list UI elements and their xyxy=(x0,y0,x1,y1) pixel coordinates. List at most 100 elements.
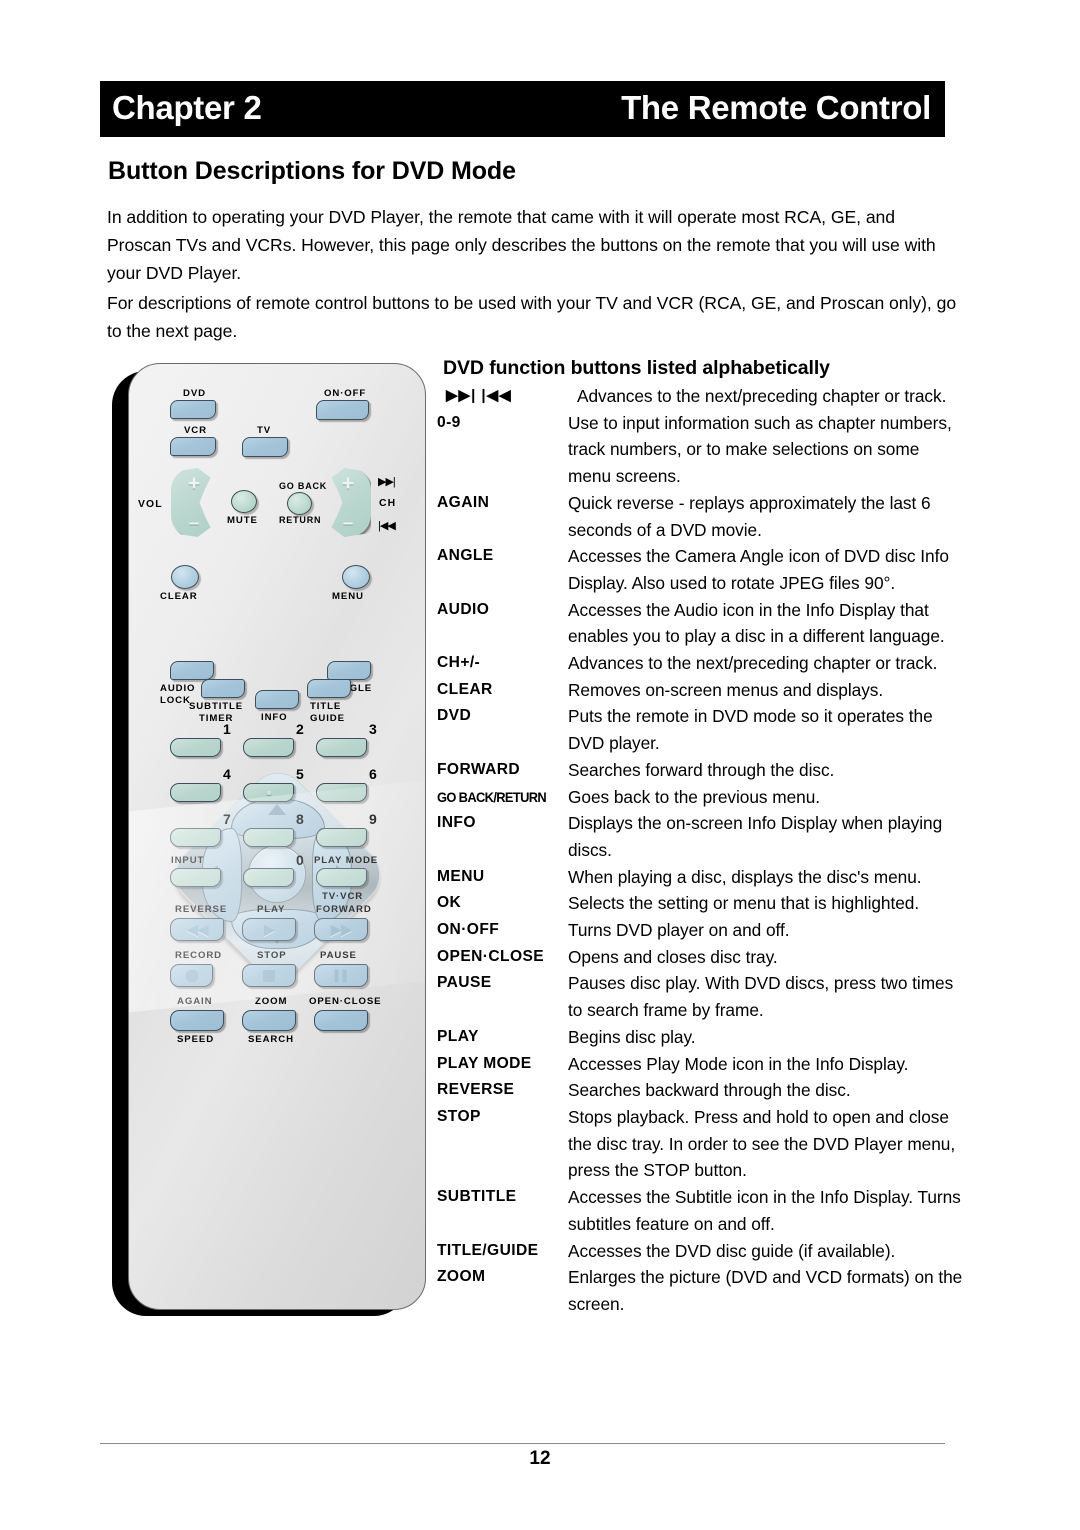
remote-button-subtitle-timer[interactable] xyxy=(201,679,245,698)
definition-term: GO BACK/RETURN xyxy=(437,788,547,805)
remote-label-record: RECORD xyxy=(175,950,222,961)
remote-label-guide: GUIDE xyxy=(310,713,345,724)
remote-button-0[interactable] xyxy=(243,868,294,887)
remote-button-forward[interactable]: ▶▶ xyxy=(314,918,368,941)
channel-plus-label: + xyxy=(341,472,355,495)
definition-row: PLAY MODE Accesses Play Mode icon in the … xyxy=(437,1051,967,1078)
definition-term: PLAY MODE xyxy=(437,1054,532,1072)
remote-button-pause[interactable] xyxy=(314,964,368,987)
remote-label-play: PLAY xyxy=(257,904,286,915)
remote-button-angle[interactable] xyxy=(327,661,371,680)
remote-label-number-0: 0 xyxy=(296,852,304,868)
definition-row: AUDIO Accesses the Audio icon in the Info… xyxy=(437,597,967,650)
definition-description: Selects the setting or menu that is high… xyxy=(568,893,920,914)
play-icon: ▶ xyxy=(263,921,276,938)
remote-button-again-speed[interactable] xyxy=(170,1010,224,1031)
remote-label-input: INPUT xyxy=(171,855,205,866)
remote-button-8[interactable] xyxy=(243,828,294,847)
remote-label-tv-vcr: TV·VCR xyxy=(322,891,364,902)
remote-button-9[interactable] xyxy=(316,828,367,847)
remote-label-forward: FORWARD xyxy=(316,904,372,915)
stop-icon xyxy=(263,969,275,982)
definition-term: ZOOM xyxy=(437,1268,486,1286)
remote-button-play-mode-tv-vcr[interactable] xyxy=(316,868,367,887)
remote-label-subtitle: SUBTITLE xyxy=(189,701,244,712)
remote-rocker-volume[interactable]: + – xyxy=(171,468,211,537)
definition-term: ▶▶| |◀◀ xyxy=(446,387,512,404)
remote-button-7[interactable] xyxy=(170,828,221,847)
remote-button-dvd[interactable] xyxy=(170,400,216,419)
definition-row: OK Selects the setting or menu that is hi… xyxy=(437,890,967,917)
remote-button-on-off[interactable] xyxy=(316,400,369,420)
remote-label-number-1: 1 xyxy=(223,721,231,737)
definition-description: Goes back to the previous menu. xyxy=(568,786,821,807)
remote-button-5[interactable] xyxy=(243,783,294,802)
definitions-list: ▶▶| |◀◀ Advances to the next/preceding ch… xyxy=(437,383,967,1318)
definitions-heading: DVD function buttons listed alphabetical… xyxy=(443,357,830,379)
remote-button-zoom-search[interactable] xyxy=(242,1010,296,1031)
definition-description: Advances to the next/preceding chapter o… xyxy=(568,653,938,674)
definition-row: INFO Displays the on-screen Info Display … xyxy=(437,810,967,863)
definition-term: FORWARD xyxy=(437,760,521,778)
remote-button-tv[interactable] xyxy=(242,437,288,457)
definition-description: Accesses the DVD disc guide (if availabl… xyxy=(568,1240,896,1261)
definition-row: PLAY Begins disc play. xyxy=(437,1024,967,1051)
remote-rocker-channel[interactable]: + – xyxy=(331,468,371,537)
remote-button-mute[interactable] xyxy=(231,490,257,513)
remote-button-go-back-return[interactable] xyxy=(287,492,312,515)
remote-button-stop[interactable] xyxy=(242,964,296,987)
definition-term: 0-9 xyxy=(437,413,461,431)
remote-label-title: TITLE xyxy=(310,701,342,712)
remote-button-4[interactable] xyxy=(170,783,221,802)
definition-term: INFO xyxy=(437,814,476,832)
definition-description: Accesses the Subtitle icon in the Info D… xyxy=(568,1187,961,1234)
remote-button-reverse[interactable]: ◀◀ xyxy=(170,918,224,941)
arrow-up-icon xyxy=(268,804,286,815)
volume-minus-label: – xyxy=(188,513,200,534)
remote-button-2[interactable] xyxy=(243,738,294,757)
remote-button-1[interactable] xyxy=(170,738,221,757)
definition-row: MENU When playing a disc, displays the di… xyxy=(437,864,967,891)
definition-description: Puts the remote in DVD mode so it operat… xyxy=(568,706,933,754)
remote-label-number-7: 7 xyxy=(223,811,231,827)
remote-button-record[interactable] xyxy=(170,964,213,987)
definition-term: OK xyxy=(437,894,462,912)
definition-term: PAUSE xyxy=(437,974,492,992)
remote-label-return: RETURN xyxy=(279,515,322,525)
remote-label-number-9: 9 xyxy=(369,811,377,827)
remote-button-6[interactable] xyxy=(316,783,367,802)
remote-label-number-6: 6 xyxy=(369,766,377,782)
remote-label-vol: VOL xyxy=(138,499,163,510)
definition-description: Quick reverse - replays approximately th… xyxy=(568,492,931,540)
remote-button-3[interactable] xyxy=(316,738,367,757)
definition-term: AUDIO xyxy=(437,600,490,618)
remote-button-menu[interactable] xyxy=(342,565,370,589)
channel-minus-label: – xyxy=(342,513,354,534)
remote-button-open-close[interactable] xyxy=(314,1010,368,1031)
remote-label-number-5: 5 xyxy=(296,766,304,782)
definition-term: STOP xyxy=(437,1107,481,1125)
remote-button-audio-lock[interactable] xyxy=(170,661,214,680)
definition-description: Searches forward through the disc. xyxy=(568,759,835,780)
manual-page: Chapter 2 The Remote Control Button Desc… xyxy=(0,0,1080,1530)
definition-description: Opens and closes disc tray. xyxy=(568,946,778,967)
remote-button-vcr[interactable] xyxy=(170,437,216,456)
definition-description: Begins disc play. xyxy=(568,1026,696,1047)
definition-description: Turns DVD player on and off. xyxy=(568,920,790,941)
definition-description: Pauses disc play. With DVD discs, press … xyxy=(568,973,954,1021)
remote-label-dvd: DVD xyxy=(183,388,206,399)
definition-term: SUBTITLE xyxy=(437,1188,517,1206)
remote-label-again: AGAIN xyxy=(177,996,213,1007)
remote-button-input[interactable] xyxy=(170,868,221,887)
definition-term: PLAY xyxy=(437,1027,479,1045)
remote-label-open-close: OPEN·CLOSE xyxy=(309,996,382,1007)
remote-button-title-guide[interactable] xyxy=(307,679,351,698)
definition-description: Accesses the Audio icon in the Info Disp… xyxy=(568,599,945,647)
remote-button-info[interactable] xyxy=(255,690,299,709)
remote-button-clear[interactable] xyxy=(171,565,199,589)
remote-label-zoom: ZOOM xyxy=(255,996,288,1007)
remote-button-play[interactable]: ▶ xyxy=(242,918,296,941)
definition-row: TITLE/GUIDE Accesses the DVD disc guide (… xyxy=(437,1238,967,1265)
definition-row: CH+/- Advances to the next/preceding chap… xyxy=(437,650,967,677)
intro-paragraph-1: In addition to operating your DVD Player… xyxy=(107,207,936,283)
